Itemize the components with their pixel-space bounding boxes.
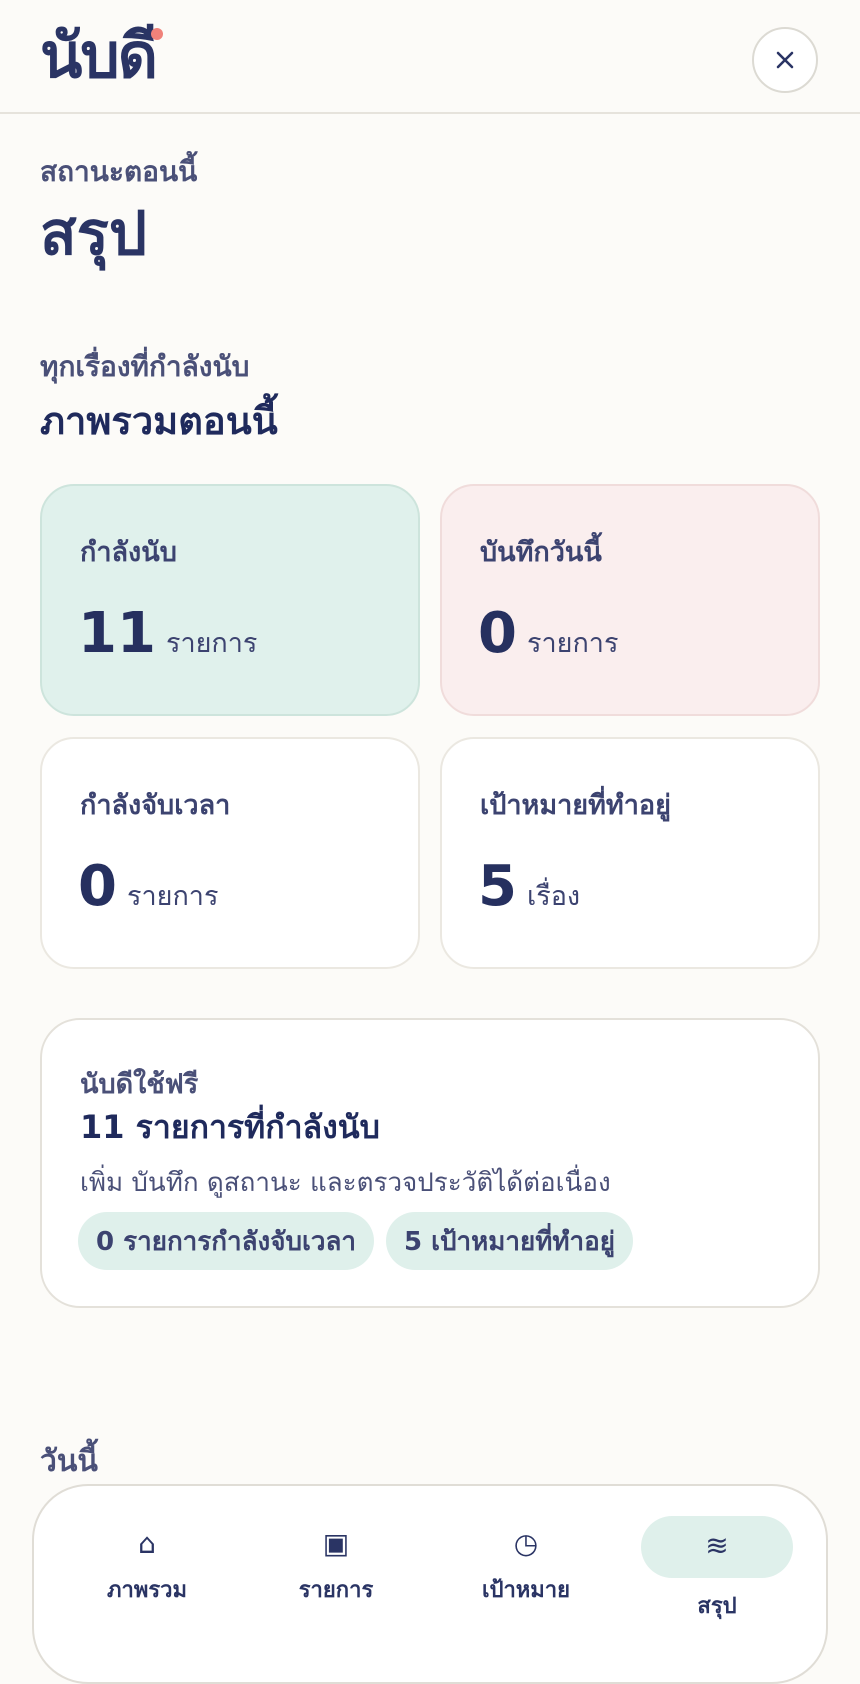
- stat-label: เป้าหมายที่ทำอยู่: [480, 790, 671, 821]
- stat-value: 5: [478, 854, 517, 919]
- promo-title: 11 รายการที่กำลังนับ: [80, 1108, 380, 1146]
- close-button[interactable]: [752, 27, 818, 93]
- nav-item-summary[interactable]: ≋ สรุป: [637, 1516, 797, 1619]
- nav-label: รายการ: [298, 1578, 374, 1603]
- home-icon: ⌂: [138, 1527, 156, 1560]
- stat-value: 0: [78, 854, 117, 919]
- app-logo: นับดี: [40, 19, 158, 92]
- nav-item-overview[interactable]: ⌂ ภาพรวม: [67, 1516, 227, 1616]
- stat-card-timers[interactable]: กำลังจับเวลา 0 รายการ: [40, 737, 420, 969]
- goals-chip: 5 เป้าหมายที่ทำอยู่: [385, 1212, 633, 1270]
- promo-label: นับดีใช้ฟรี: [80, 1069, 199, 1100]
- page-eyebrow: สถานะตอนนี้: [40, 155, 198, 188]
- stat-label: กำลังนับ: [80, 537, 177, 568]
- nav-item-list[interactable]: ▣ รายการ: [256, 1516, 416, 1616]
- stat-card-goals[interactable]: เป้าหมายที่ทำอยู่ 5 เรื่อง: [440, 737, 820, 969]
- stat-value: 11: [78, 601, 156, 666]
- summary-icon: ≋: [705, 1529, 729, 1562]
- nav-item-goals[interactable]: ◷ เป้าหมาย: [446, 1516, 606, 1616]
- nav-label: ภาพรวม: [106, 1578, 188, 1603]
- page-title: สรุป: [40, 199, 147, 269]
- bottom-navigation: ⌂ ภาพรวม ▣ รายการ ◷ เป้าหมาย ≋ สรุป: [32, 1484, 828, 1684]
- nav-label: สรุป: [697, 1594, 737, 1619]
- promo-description: เพิ่ม บันทึก ดูสถานะ และตรวจประวัติได้ต่…: [80, 1168, 611, 1198]
- stat-unit: รายการ: [165, 628, 258, 659]
- app-header: นับดี: [0, 0, 860, 114]
- overview-eyebrow: ทุกเรื่องที่กำลังนับ: [40, 350, 250, 383]
- stat-card-counting[interactable]: กำลังนับ 11 รายการ: [40, 484, 420, 716]
- stat-card-today-records[interactable]: บันทึกวันนี้ 0 รายการ: [440, 484, 820, 716]
- overview-title: ภาพรวมตอนนี้: [40, 399, 278, 443]
- list-icon: ▣: [322, 1527, 350, 1560]
- free-plan-card: นับดีใช้ฟรี 11 รายการที่กำลังนับ เพิ่ม บ…: [40, 1018, 820, 1308]
- stat-value: 0: [478, 601, 517, 666]
- timer-chip: 0 รายการกำลังจับเวลา: [78, 1212, 374, 1270]
- stat-unit: เรื่อง: [526, 881, 581, 912]
- today-section-title: วันนี้: [40, 1444, 98, 1479]
- nav-label: เป้าหมาย: [481, 1578, 571, 1603]
- close-icon: [776, 51, 794, 69]
- stat-label: กำลังจับเวลา: [80, 790, 231, 821]
- clock-icon: ◷: [513, 1527, 539, 1560]
- stat-unit: รายการ: [526, 628, 619, 659]
- stat-label: บันทึกวันนี้: [480, 537, 602, 568]
- stat-unit: รายการ: [126, 881, 219, 912]
- logo-dot: [151, 28, 163, 40]
